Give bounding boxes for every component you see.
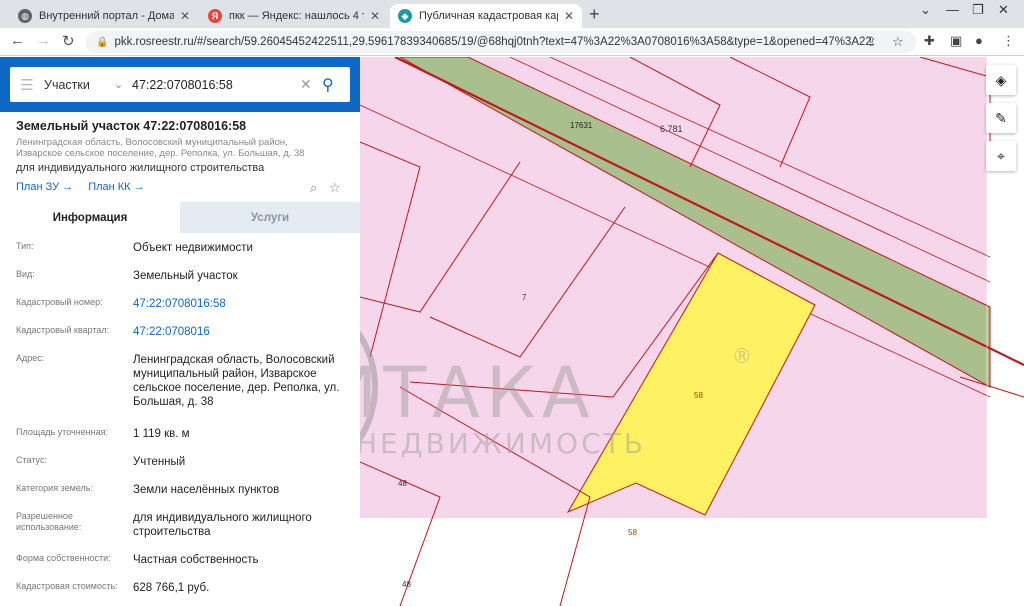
plan-zu-link[interactable]: План ЗУ → [16, 181, 73, 193]
browser-tab-bar: ◍ Внутренний портал - Домашняя ✕ Я пкк —… [0, 0, 1024, 28]
attribute-value: 1 119 кв. м [133, 428, 190, 440]
search-bar: ☰ Участки ⌄ 47:22:0708016:58 ✕ ⚲ ‹ [0, 57, 371, 112]
yandex-icon: Я [208, 9, 222, 23]
favorite-star-icon[interactable]: ☆ [329, 180, 341, 195]
share-icon[interactable]: ⇪ [866, 34, 877, 50]
close-icon[interactable]: ✕ [564, 9, 574, 23]
ruler-icon[interactable]: ✎ [986, 103, 1016, 133]
attribute-label: Категория земель: [16, 483, 93, 493]
lock-icon: 🔒 [96, 36, 109, 48]
object-usage: для индивидуального жилищного строительс… [16, 162, 265, 174]
parcel-label: 48 [402, 580, 411, 589]
sidepanel-icon[interactable]: ▣ [950, 33, 962, 49]
layers-icon[interactable]: ◈ [986, 65, 1016, 95]
close-icon[interactable]: ✕ [370, 9, 380, 23]
watermark-registered: ® [732, 344, 752, 368]
road-number-label: 17631 [570, 121, 593, 130]
info-panel: ☰ Участки ⌄ 47:22:0708016:58 ✕ ⚲ ‹ Земел… [0, 57, 371, 606]
clear-icon[interactable]: ✕ [300, 76, 322, 93]
watermark-tagline: НЕДВИЖИМОСТЬ [360, 427, 646, 460]
parcel-label: 58 [694, 391, 703, 400]
road-label: 6.781 [660, 124, 683, 134]
close-window-icon[interactable]: ✕ [998, 2, 1009, 18]
attribute-value: Земельный участок [133, 270, 238, 282]
tab-info[interactable]: Информация [0, 202, 180, 233]
map-canvas[interactable]: 17631 6.781 7 58 58 48 48 ИТАКА ® 1993 Н… [360, 57, 1024, 606]
bookmark-star-icon[interactable]: ☆ [892, 34, 904, 50]
tab-title: пкк — Яндекс: нашлось 4 тыс. р [229, 10, 364, 22]
attribute-label: Вид: [16, 269, 35, 279]
attribute-label: Разрешенное использование: [16, 511, 82, 532]
attribute-label: Кадастровый квартал: [16, 325, 110, 335]
reload-icon[interactable]: ↻ [62, 32, 75, 50]
watermark-brand: ИТАКА [360, 352, 596, 434]
forward-icon[interactable]: → [36, 32, 51, 49]
search-type-select[interactable]: Участки [44, 78, 114, 92]
map-toolbar: ◈ ✎ ⌖ [986, 65, 1016, 179]
attribute-value: Земли населённых пунктов [133, 484, 280, 496]
attribute-label: Кадастровая стоимость: [16, 581, 118, 591]
tab-title: Публичная кадастровая карта [419, 10, 558, 22]
globe-icon: ◍ [18, 9, 32, 23]
attribute-value: Частная собственность [133, 554, 259, 566]
menu-icon[interactable]: ☰ [10, 76, 44, 94]
locate-icon[interactable]: ⌖ [986, 141, 1016, 171]
panel-tabs: Информация Услуги [0, 202, 360, 233]
close-icon[interactable]: ✕ [180, 9, 190, 23]
search-icon[interactable]: ⚲ [322, 75, 350, 95]
object-actions: ⌕ ☆ [310, 180, 349, 196]
zoom-to-object-icon[interactable]: ⌕ [310, 180, 317, 195]
chevron-down-icon[interactable]: ⌄ [920, 2, 931, 18]
attribute-value: Объект недвижимости [133, 242, 253, 254]
attribute-label: Кадастровый номер: [16, 297, 103, 307]
profile-icon[interactable]: ● [975, 33, 983, 48]
cadastral-map[interactable]: 17631 6.781 7 58 58 48 48 ИТАКА ® 1993 Н… [360, 57, 1024, 606]
plan-kk-link[interactable]: План КК → [88, 181, 144, 193]
rosreestr-icon: ◆ [398, 9, 412, 23]
chevron-down-icon[interactable]: ⌄ [114, 78, 132, 91]
object-address: Ленинградская область, Волосовский муниц… [16, 137, 305, 159]
extensions-icon[interactable]: ✚ [924, 33, 935, 49]
attribute-value: Ленинградская область, Волосовский муниц… [133, 354, 340, 408]
attribute-label: Адрес: [16, 353, 45, 363]
address-bar: ← → ↻ 🔒 pkk.rosreestr.ru/#/search/59.260… [0, 28, 1024, 56]
cadastral-quarter-link[interactable]: 47:22:0708016 [133, 325, 348, 339]
object-title: Земельный участок 47:22:0708016:58 [16, 119, 247, 133]
attribute-label: Форма собственности: [16, 553, 111, 563]
tab-title: Внутренний портал - Домашняя [39, 10, 174, 22]
browser-tab-yandex[interactable]: Я пкк — Яндекс: нашлось 4 тыс. р ✕ [200, 4, 388, 28]
search-box: ☰ Участки ⌄ 47:22:0708016:58 ✕ ⚲ [10, 67, 350, 102]
back-icon[interactable]: ← [10, 32, 25, 49]
attribute-label: Статус: [16, 455, 47, 465]
search-input[interactable]: 47:22:0708016:58 [132, 78, 300, 92]
plan-links: План ЗУ → План КК → [16, 181, 157, 193]
cadastral-number-link[interactable]: 47:22:0708016:58 [133, 297, 348, 311]
attribute-value: для индивидуального жилищного строительс… [133, 512, 312, 538]
new-tab-button[interactable]: + [589, 4, 600, 25]
restore-icon[interactable]: ❐ [972, 2, 984, 18]
parcel-label: 48 [398, 479, 407, 488]
url-field[interactable]: 🔒 pkk.rosreestr.ru/#/search/59.260454524… [86, 31, 916, 53]
tab-services[interactable]: Услуги [180, 202, 360, 233]
menu-icon[interactable]: ⋮ [1002, 33, 1015, 49]
attribute-value: 628 766,1 руб. [133, 582, 210, 594]
attribute-value: Учтенный [133, 456, 186, 468]
attribute-label: Тип: [16, 241, 34, 251]
attribute-label: Площадь уточненная: [16, 427, 108, 437]
browser-tab-pkk[interactable]: ◆ Публичная кадастровая карта ✕ [390, 4, 582, 28]
minimize-icon[interactable]: — [946, 2, 959, 17]
parcel-label: 58 [628, 528, 637, 537]
browser-tab-portal[interactable]: ◍ Внутренний портал - Домашняя ✕ [10, 4, 198, 28]
parcel-label: 7 [522, 293, 527, 302]
url-text: pkk.rosreestr.ru/#/search/59.26045452422… [114, 36, 875, 48]
